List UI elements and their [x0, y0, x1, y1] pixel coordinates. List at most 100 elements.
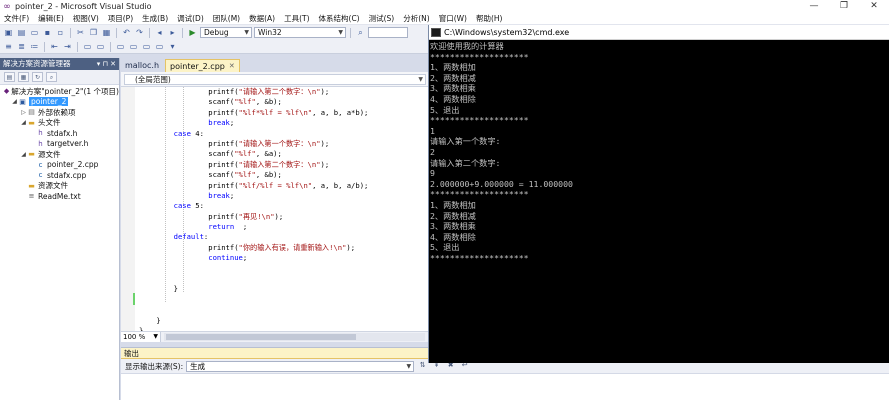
- code-token: , &b);: [255, 170, 282, 180]
- code-token: }: [139, 284, 178, 294]
- expander-icon[interactable]: ◢: [20, 151, 27, 158]
- tree-item[interactable]: h targetver.h: [0, 139, 119, 150]
- find-input[interactable]: [368, 27, 408, 38]
- tree-item[interactable]: h stdafx.h: [0, 128, 119, 139]
- tree-item[interactable]: ≡ ReadMe.txt: [0, 191, 119, 202]
- navigate-back-icon[interactable]: ◂: [154, 28, 165, 38]
- restore-button[interactable]: ❐: [829, 0, 859, 13]
- scrollbar-thumb[interactable]: [166, 334, 356, 340]
- tree-item[interactable]: ◆ 解决方案"pointer_2"(1 个项目): [0, 86, 119, 97]
- show-all-files-icon[interactable]: ▦: [18, 72, 29, 82]
- prev-bookmark-icon[interactable]: ▭: [128, 42, 139, 52]
- tree-item-label: stdafx.cpp: [47, 170, 87, 180]
- add-item-icon[interactable]: ▤: [16, 28, 27, 38]
- console-line: 5、退出: [430, 104, 460, 115]
- properties-icon[interactable]: ▤: [4, 72, 15, 82]
- menu-item[interactable]: 项目(P): [104, 13, 138, 24]
- keyword-token: break: [208, 118, 230, 128]
- menu-item[interactable]: 团队(M): [209, 13, 245, 24]
- zoom-select[interactable]: 100 % ▼: [121, 332, 161, 342]
- code-line: break;: [139, 191, 424, 201]
- undo-icon[interactable]: ↶: [121, 28, 132, 38]
- save-icon[interactable]: ▪: [42, 28, 53, 38]
- menu-item[interactable]: 文件(F): [0, 13, 34, 24]
- comment-icon[interactable]: ▭: [82, 42, 93, 52]
- decrease-indent-icon[interactable]: ⇤: [49, 42, 60, 52]
- chevron-down-icon: ▼: [244, 29, 249, 36]
- tree-item[interactable]: c stdafx.cpp: [0, 170, 119, 181]
- configuration-select[interactable]: Debug ▼: [200, 27, 252, 38]
- increase-indent-icon[interactable]: ⇥: [62, 42, 73, 52]
- menu-item[interactable]: 视图(V): [69, 13, 104, 24]
- menu-item[interactable]: 编辑(E): [34, 13, 69, 24]
- code-token: );: [320, 87, 330, 96]
- tree-item[interactable]: ◢ ▣ pointer_2: [0, 97, 119, 108]
- code-area[interactable]: printf("请输入第二个数字：\n"); scanf("%lf", &b);…: [121, 87, 428, 331]
- expander-icon[interactable]: ◢: [11, 98, 18, 105]
- console-line: 9: [430, 168, 435, 179]
- platform-select[interactable]: Win32 ▼: [254, 27, 346, 38]
- document-tab[interactable]: pointer_2.cpp ✕: [165, 59, 240, 72]
- menu-item[interactable]: 分析(N): [399, 13, 434, 24]
- code-line: }: [139, 284, 424, 294]
- menu-item[interactable]: 调试(D): [173, 13, 209, 24]
- expander-icon[interactable]: ▷: [20, 109, 27, 116]
- navigate-forward-icon[interactable]: ▸: [167, 28, 178, 38]
- next-bookmark-icon[interactable]: ▭: [141, 42, 152, 52]
- chevron-down-icon: ▼: [338, 29, 343, 36]
- menu-item[interactable]: 测试(S): [365, 13, 400, 24]
- menu-item[interactable]: 窗口(W): [435, 13, 472, 24]
- close-button[interactable]: ✕: [859, 0, 889, 13]
- clear-bookmarks-icon[interactable]: ▭: [154, 42, 165, 52]
- bookmark-icon[interactable]: ▭: [115, 42, 126, 52]
- panel-pin-close-icons[interactable]: ▾ ⊓ ✕: [97, 58, 116, 70]
- minimize-button[interactable]: —: [799, 0, 829, 13]
- toolbar-overflow-icon[interactable]: ▾: [167, 42, 178, 52]
- find-message-icon[interactable]: ⇅: [417, 361, 428, 371]
- class-view-icon[interactable]: ⌕: [46, 72, 57, 82]
- start-debugging-icon[interactable]: ▶: [187, 28, 198, 38]
- paste-icon[interactable]: ▦: [101, 28, 112, 38]
- console-line: 1: [430, 125, 435, 136]
- menu-item[interactable]: 数据(A): [245, 13, 280, 24]
- quick-info-icon[interactable]: ≡: [3, 42, 14, 52]
- menu-item[interactable]: 体系结构(C): [315, 13, 365, 24]
- tree-item[interactable]: c pointer_2.cpp: [0, 160, 119, 171]
- code-line: printf("请输入第二个数字：\n");: [139, 160, 424, 170]
- find-in-files-icon[interactable]: ⌕: [355, 28, 366, 38]
- document-tab[interactable]: malloc.h: [121, 59, 163, 72]
- scope-select[interactable]: (全局范围) ▼: [124, 73, 426, 85]
- parameter-info-icon[interactable]: ≣: [16, 42, 27, 52]
- copy-icon[interactable]: ❐: [88, 28, 99, 38]
- redo-icon[interactable]: ↷: [134, 28, 145, 38]
- change-marker: [133, 293, 135, 305]
- refresh-icon[interactable]: ↻: [32, 72, 43, 82]
- uncomment-icon[interactable]: ▭: [95, 42, 106, 52]
- new-project-icon[interactable]: ▣: [3, 28, 14, 38]
- code-token: ;: [242, 253, 248, 263]
- expander-icon[interactable]: ◢: [20, 119, 27, 126]
- code-line: case 4:: [139, 129, 424, 139]
- tree-item[interactable]: ◢ ▬ 源文件: [0, 149, 119, 160]
- tree-item-label: 解决方案"pointer_2"(1 个项目): [11, 86, 119, 96]
- string-token: "请输入第一个数字：\n": [238, 138, 321, 148]
- cut-icon[interactable]: ✂: [75, 28, 86, 38]
- output-text-area[interactable]: [121, 374, 889, 400]
- output-source-select[interactable]: 生成 ▼: [186, 360, 415, 372]
- menu-item[interactable]: 工具(T): [280, 13, 314, 24]
- menu-item[interactable]: 帮助(H): [472, 13, 508, 24]
- close-tab-icon[interactable]: ✕: [229, 60, 235, 73]
- tree-item[interactable]: ▬ 资源文件: [0, 181, 119, 192]
- horizontal-scrollbar[interactable]: [164, 333, 425, 341]
- menu-item[interactable]: 生成(B): [138, 13, 173, 24]
- tree-item[interactable]: ▷ ▤ 外部依赖项: [0, 107, 119, 118]
- open-icon[interactable]: ▭: [29, 28, 40, 38]
- tree-item[interactable]: ◢ ▬ 头文件: [0, 118, 119, 129]
- save-all-icon[interactable]: ▫: [55, 28, 66, 38]
- console-output[interactable]: 欢迎使用我的计算器 ******************** 1、两数相加 2、两数相…: [429, 40, 889, 263]
- word-complete-icon[interactable]: ≔: [29, 42, 40, 52]
- project-icon: ▣: [19, 97, 26, 106]
